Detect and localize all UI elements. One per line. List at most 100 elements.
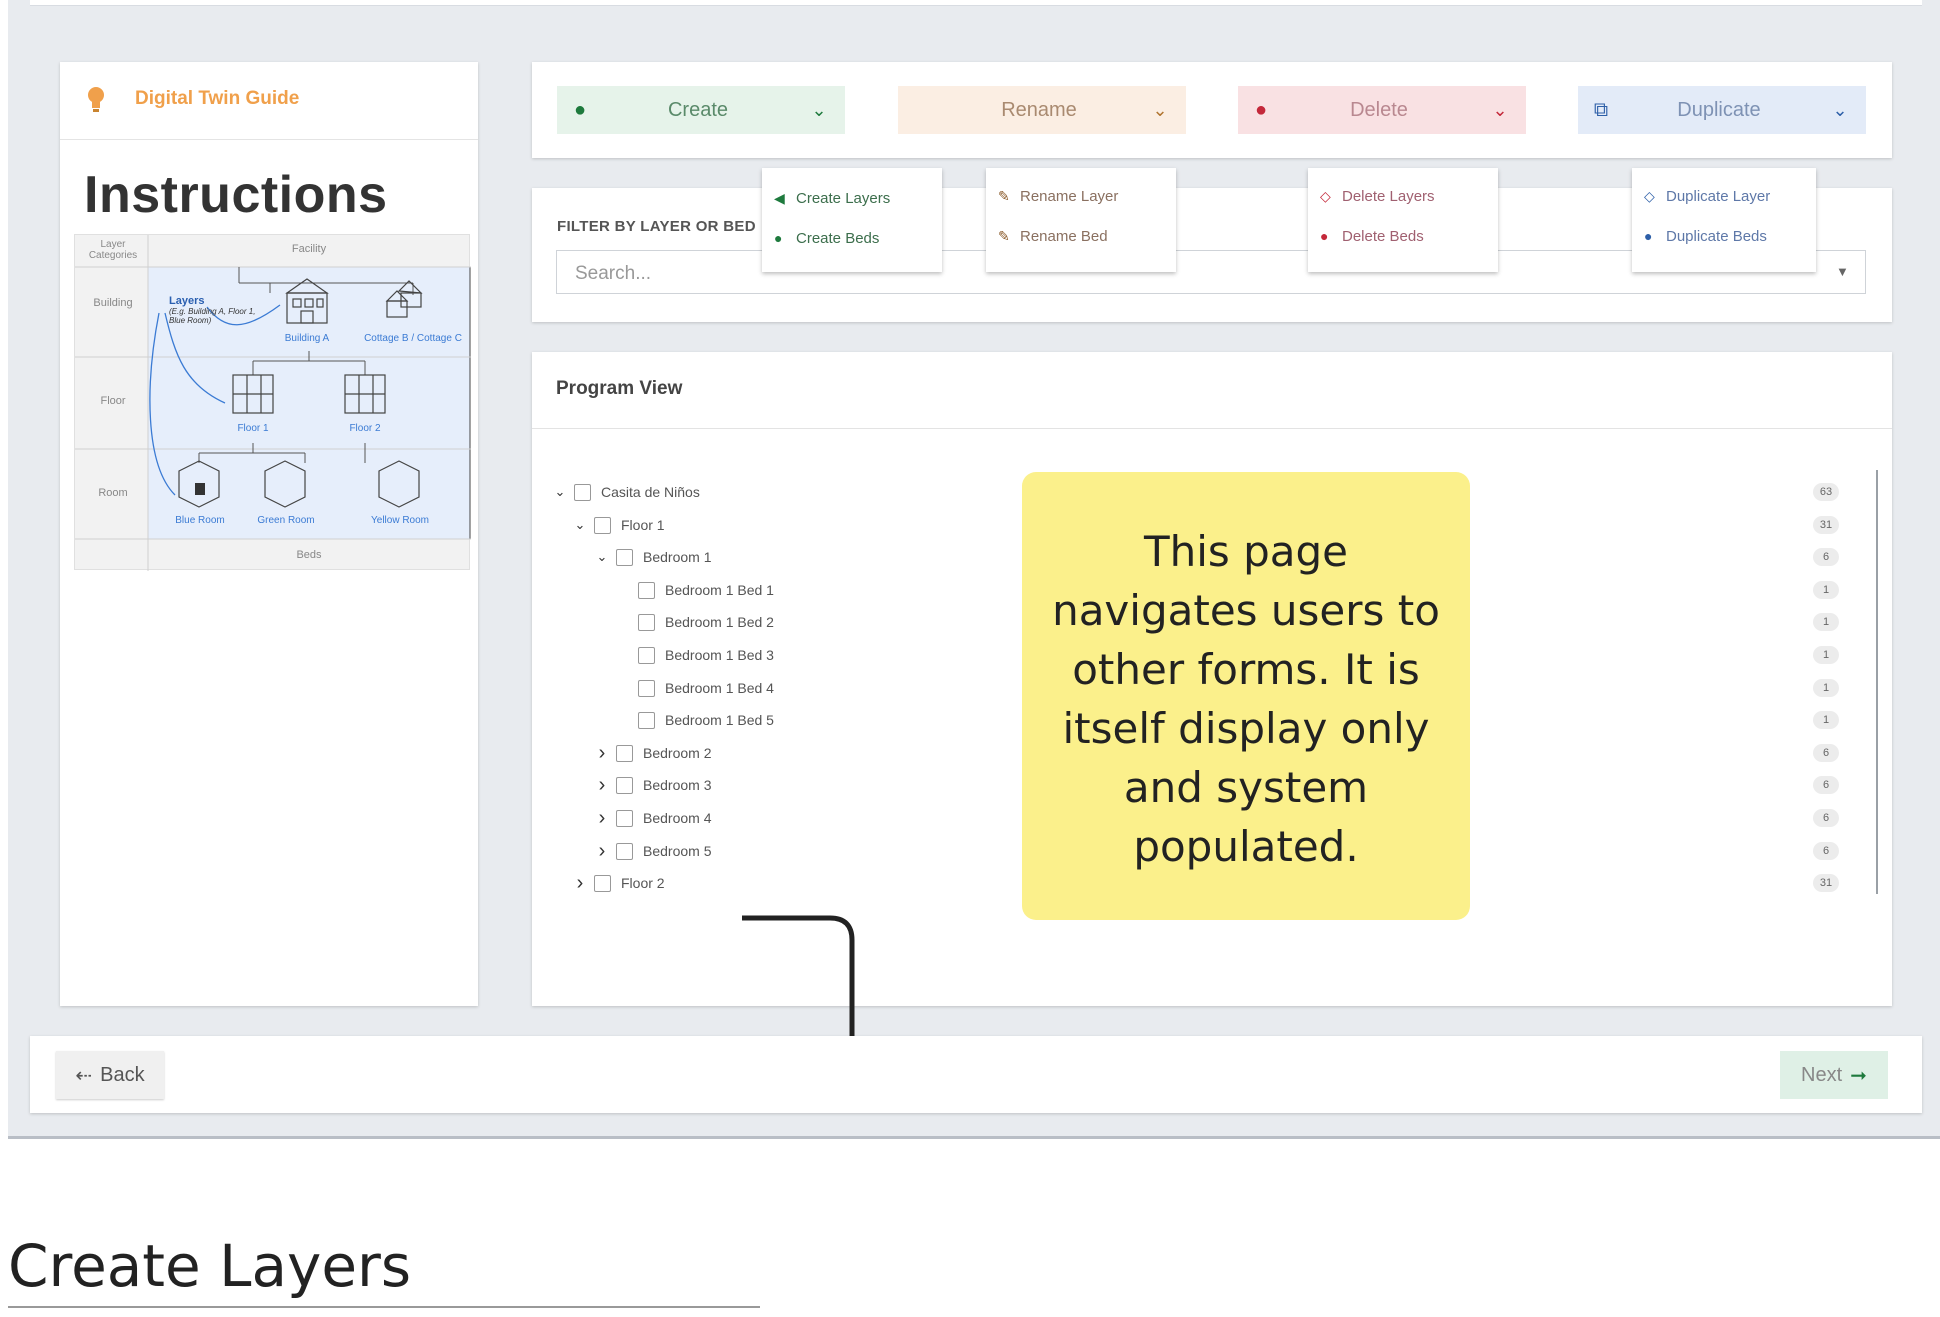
tree-row[interactable]: Bedroom 1 Bed 4 [614, 676, 774, 700]
tree-row[interactable]: Bedroom 1 Bed 2 [614, 610, 774, 634]
chevron-down-icon: ⌄ [1152, 99, 1168, 120]
tree-checkbox[interactable] [638, 646, 655, 664]
tree-label: Bedroom 1 Bed 4 [665, 680, 774, 696]
tree-checkbox[interactable] [594, 516, 611, 534]
menu-item-create-beds[interactable]: ● Create Beds [762, 218, 942, 258]
delete-button[interactable]: ● Delete ⌄ [1238, 86, 1526, 134]
instructions-heading: Instructions [84, 166, 388, 224]
tree-label: Bedroom 1 Bed 5 [665, 712, 774, 728]
section-divider [8, 1306, 760, 1308]
diagram-floor-1: Floor 1 [237, 423, 269, 434]
tree-checkbox[interactable] [638, 581, 655, 599]
create-icon: ● [573, 98, 587, 121]
delete-dropdown: ◇ Delete Layers ● Delete Beds [1308, 168, 1498, 272]
arrow-left-icon: ⇠ [75, 1064, 93, 1087]
tree-checkbox[interactable] [574, 483, 591, 501]
diagram-row-room: Room [98, 487, 128, 499]
tree-row[interactable]: › Bedroom 2 [592, 741, 712, 765]
chevron-right-icon[interactable]: › [592, 840, 612, 863]
tree-checkbox[interactable] [594, 874, 611, 892]
menu-item-rename-bed[interactable]: ✎ Rename Bed [986, 216, 1176, 256]
count-badge: 1 [1813, 711, 1839, 729]
divider [532, 428, 1892, 429]
next-button[interactable]: Next ➞ [1780, 1051, 1888, 1099]
section-title: Create Layers [8, 1232, 412, 1300]
filter-label: FILTER BY LAYER OR BED [557, 218, 756, 235]
diagram-blue-room: Blue Room [175, 515, 225, 526]
tree-checkbox[interactable] [638, 679, 655, 697]
tree-label: Floor 2 [621, 875, 665, 891]
duplicate-button[interactable]: ⧉ Duplicate ⌄ [1578, 86, 1866, 134]
tree-checkbox[interactable] [638, 613, 655, 631]
tree-row[interactable]: › Bedroom 5 [592, 839, 712, 863]
diagram-cottage: Cottage B / Cottage C [364, 333, 462, 344]
tree-checkbox[interactable] [616, 809, 633, 827]
count-badge: 31 [1813, 874, 1839, 892]
chevron-right-icon[interactable]: › [592, 774, 612, 797]
count-badge: 1 [1813, 613, 1839, 631]
menu-item-delete-beds[interactable]: ● Delete Beds [1308, 216, 1498, 256]
chevron-right-icon[interactable]: › [570, 872, 590, 895]
layers-icon: ◇ [1320, 187, 1331, 204]
menu-item-create-layers[interactable]: ◀ Create Layers [762, 178, 942, 218]
tree-checkbox[interactable] [616, 744, 633, 762]
diagram-building-a: Building A [284, 333, 330, 344]
tree-checkbox[interactable] [616, 776, 633, 794]
chevron-down-icon[interactable]: ⌄ [550, 484, 570, 500]
pencil-icon: ✎ [998, 227, 1010, 244]
back-button[interactable]: ⇠ Back [56, 1051, 164, 1099]
tree-checkbox[interactable] [638, 711, 655, 729]
tree-checkbox[interactable] [616, 842, 633, 860]
menu-item-delete-layers[interactable]: ◇ Delete Layers [1308, 176, 1498, 216]
tree-row[interactable]: › Floor 2 [570, 871, 665, 895]
menu-item-duplicate-beds[interactable]: ● Duplicate Beds [1632, 216, 1816, 256]
diagram-row-building: Building [93, 297, 133, 309]
diagram-layers-title: Layers [169, 295, 205, 307]
lightbulb-icon [86, 86, 106, 119]
chevron-right-icon[interactable]: › [592, 742, 612, 765]
count-badge: 31 [1813, 516, 1839, 534]
count-badge: 6 [1813, 842, 1839, 860]
diagram-floor-2: Floor 2 [349, 423, 381, 434]
footer-bar [30, 1036, 1922, 1113]
diagram-layers-example: (E.g. Building A, Floor 1, Blue Room) [169, 307, 256, 325]
diagram-header-left: Layer Categories [88, 239, 138, 261]
tree-checkbox[interactable] [616, 548, 633, 566]
bed-icon: ● [1320, 228, 1329, 244]
count-badge: 6 [1813, 744, 1839, 762]
chevron-down-icon[interactable]: ⌄ [570, 517, 590, 533]
diagram-yellow-room: Yellow Room [371, 515, 429, 526]
tree-label: Bedroom 5 [643, 843, 712, 859]
rename-button[interactable]: Rename ⌄ [898, 86, 1186, 134]
count-badge: 63 [1813, 483, 1839, 501]
menu-item-rename-layer[interactable]: ✎ Rename Layer [986, 176, 1176, 216]
scrollbar[interactable] [1876, 470, 1878, 894]
tree-label: Bedroom 4 [643, 810, 712, 826]
count-badge: 6 [1813, 809, 1839, 827]
tree-row[interactable]: Bedroom 1 Bed 3 [614, 643, 774, 667]
tree-row[interactable]: ⌄ Floor 1 [570, 513, 665, 537]
layers-icon: ◀ [774, 189, 785, 206]
chevron-down-icon[interactable]: ⌄ [592, 549, 612, 565]
tree-label: Casita de Niños [601, 484, 700, 500]
dropdown-arrow-icon[interactable]: ▼ [1836, 264, 1849, 279]
create-button[interactable]: ● Create ⌄ [557, 86, 845, 134]
top-bar [30, 0, 1922, 6]
count-badge: 6 [1813, 776, 1839, 794]
chevron-down-icon: ⌄ [811, 99, 827, 120]
tree-row[interactable]: ⌄ Casita de Niños [550, 480, 700, 504]
tree-row[interactable]: ⌄ Bedroom 1 [592, 545, 711, 569]
tree-row[interactable]: Bedroom 1 Bed 5 [614, 708, 774, 732]
chevron-right-icon[interactable]: › [592, 807, 612, 830]
tree-label: Bedroom 2 [643, 745, 712, 761]
count-badge: 1 [1813, 646, 1839, 664]
tree-label: Bedroom 1 Bed 2 [665, 614, 774, 630]
tree-row[interactable]: Bedroom 1 Bed 1 [614, 578, 774, 602]
tree-row[interactable]: › Bedroom 3 [592, 773, 712, 797]
create-dropdown: ◀ Create Layers ● Create Beds [762, 168, 942, 272]
duplicate-icon: ⧉ [1593, 98, 1609, 121]
duplicate-dropdown: ◇ Duplicate Layer ● Duplicate Beds [1632, 168, 1816, 272]
menu-item-duplicate-layer[interactable]: ◇ Duplicate Layer [1632, 176, 1816, 216]
rename-dropdown: ✎ Rename Layer ✎ Rename Bed [986, 168, 1176, 272]
tree-row[interactable]: › Bedroom 4 [592, 806, 712, 830]
